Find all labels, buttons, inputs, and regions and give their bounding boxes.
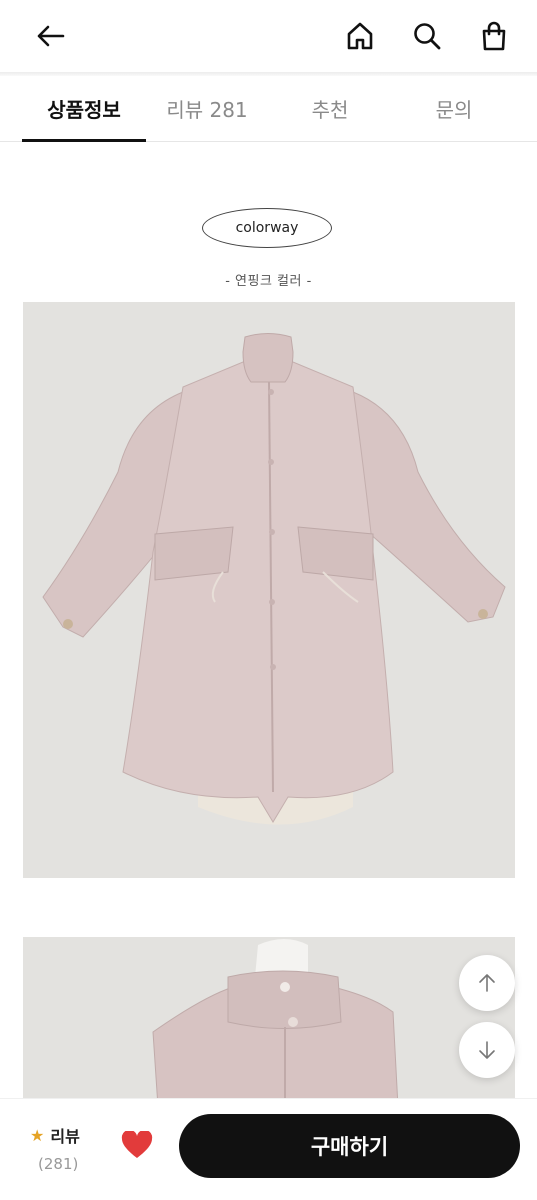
scroll-up-button[interactable] [459,955,515,1011]
tab-reviews[interactable]: 리뷰 281 [145,94,269,123]
heart-icon[interactable] [121,1129,153,1159]
scroll-down-button[interactable] [459,1022,515,1078]
review-label: 리뷰 [50,1127,80,1146]
arrow-up-icon [479,974,495,992]
buy-button[interactable]: 구매하기 [179,1114,520,1178]
search-icon[interactable] [407,16,447,56]
bottom-purchase-bar: ★ 리뷰 (281) 구매하기 [0,1098,537,1200]
tab-product-info[interactable]: 상품정보 [22,94,146,123]
tab-recommend[interactable]: 추천 [268,94,392,123]
star-icon: ★ [30,1125,45,1145]
product-photo-detail [23,937,515,1107]
tab-inquiry[interactable]: 문의 [392,94,516,123]
top-bar [0,0,537,72]
review-count: (281) [38,1155,79,1173]
color-caption: - 연핑크 컬러 - [225,274,312,289]
arrow-down-icon [479,1041,495,1059]
shopping-bag-icon[interactable] [474,16,514,56]
arrow-left-icon[interactable] [30,16,70,56]
product-tabs: 상품정보 리뷰 281 추천 문의 [0,76,537,142]
review-summary[interactable]: ★ 리뷰 (281) [30,1123,80,1174]
colorway-badge: colorway [202,208,332,248]
product-photo-coat [23,302,515,878]
active-tab-indicator [22,139,146,142]
home-icon[interactable] [340,16,380,56]
